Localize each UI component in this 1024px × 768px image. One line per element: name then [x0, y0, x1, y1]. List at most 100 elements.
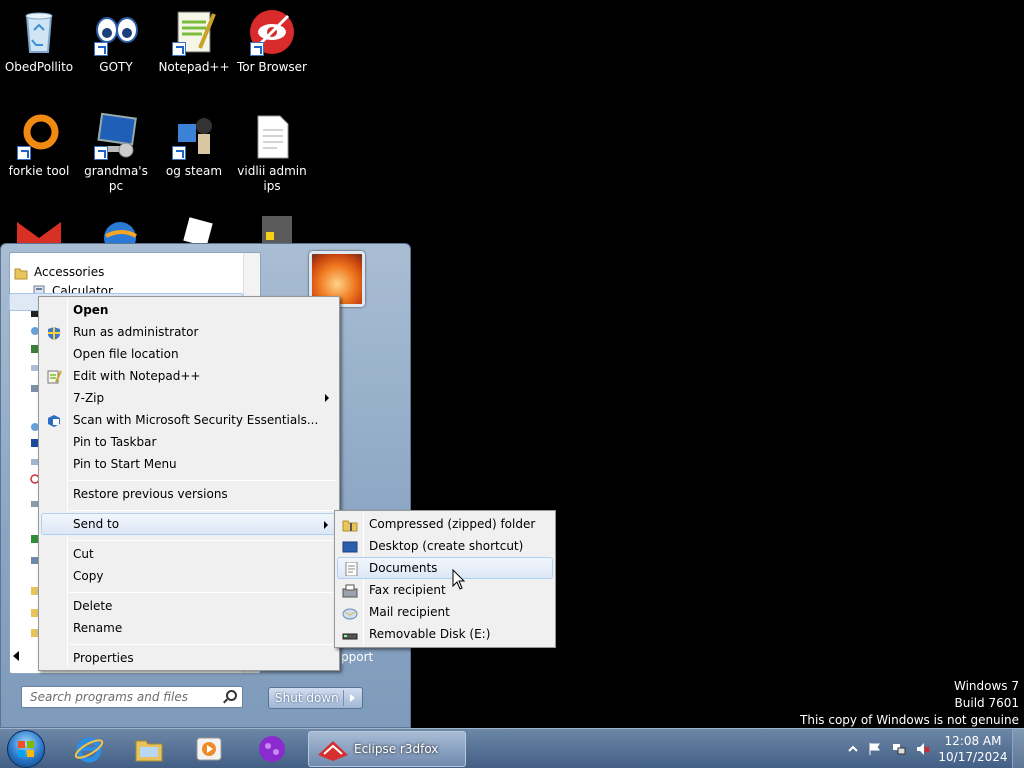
shutdown-options-arrow-icon[interactable]: [350, 694, 355, 702]
menu-item-label: Restore previous versions: [73, 487, 228, 501]
windows-logo-icon: [18, 741, 34, 757]
menu-item-open-file-location[interactable]: Open file location: [41, 343, 337, 365]
shutdown-label: Shut down: [275, 691, 339, 705]
notepad-plus-plus-icon: [46, 369, 62, 384]
send-to-fax-recipient[interactable]: Fax recipient: [337, 579, 553, 601]
mail-icon: [342, 605, 358, 620]
shortcut-arrow-icon: [172, 146, 186, 160]
computer-icon: [92, 112, 140, 160]
desktop-icon: [342, 539, 358, 553]
menu-item-label: Scan with Microsoft Security Essentials.…: [73, 413, 319, 427]
search-icon[interactable]: [226, 690, 237, 701]
taskbar-media-player[interactable]: [182, 731, 237, 767]
menu-item-rename[interactable]: Rename: [41, 617, 337, 639]
menu-item-label: Copy: [73, 569, 104, 583]
action-center-flag-icon[interactable]: [868, 742, 882, 756]
search-placeholder: Search programs and files: [30, 690, 188, 704]
removable-disk-icon: [342, 627, 358, 641]
menu-item-label: Send to: [73, 517, 120, 531]
purple-orb-app-icon: [257, 735, 287, 763]
menu-item-label: Pin to Start Menu: [73, 457, 177, 471]
taskbar-internet-explorer[interactable]: [62, 731, 117, 767]
menu-item-copy[interactable]: Copy: [41, 565, 337, 587]
shutdown-button[interactable]: Shut down: [268, 687, 363, 709]
send-to-documents[interactable]: Documents: [337, 557, 553, 579]
taskbar-purple-app[interactable]: [245, 731, 300, 767]
desktop-icon-label: Tor Browser: [236, 60, 307, 74]
menu-item-delete[interactable]: Delete: [41, 595, 337, 617]
send-to-compressed-folder[interactable]: Compressed (zipped) folder: [337, 513, 553, 535]
network-icon[interactable]: [892, 742, 906, 756]
desktop-icon-goty[interactable]: GOTY: [78, 8, 154, 75]
desktop-icon-vidlii-admin-ips[interactable]: vidlii admin ips: [234, 112, 310, 194]
menu-item-send-to[interactable]: Send to: [41, 513, 337, 535]
menu-item-label: Documents: [369, 561, 438, 575]
submenu-arrow-icon: [324, 521, 328, 529]
menu-item-label: Run as administrator: [73, 325, 199, 339]
security-essentials-icon: [46, 413, 62, 427]
back-arrow-icon[interactable]: [13, 651, 19, 661]
menu-item-label: Properties: [73, 651, 134, 665]
menu-item-label: Open: [73, 303, 109, 317]
start-button[interactable]: [7, 730, 45, 768]
internet-explorer-icon: [74, 735, 104, 763]
orange-ring-icon: [15, 112, 63, 160]
watermark-build: Build 7601: [954, 696, 1019, 710]
recycle-bin-icon: [15, 8, 63, 56]
menu-item-label: Cut: [73, 547, 94, 561]
shortcut-arrow-icon: [250, 42, 264, 56]
show-hidden-icons-icon[interactable]: [846, 742, 860, 756]
folder-icon: [14, 266, 28, 280]
shortcut-arrow-icon: [94, 146, 108, 160]
menu-item-label: Open file location: [73, 347, 179, 361]
taskbar-window-eclipse-r3dfox[interactable]: Eclipse r3dfox: [308, 731, 466, 767]
desktop-icon-forkie-tool[interactable]: forkie tool: [1, 112, 77, 179]
taskbar: Eclipse r3dfox 12:08 AM 10/17/2024: [0, 728, 1024, 768]
eyes-icon: [92, 8, 140, 56]
search-input[interactable]: Search programs and files: [21, 686, 243, 708]
zip-folder-icon: [342, 517, 358, 532]
program-item-accessories[interactable]: Accessories: [14, 263, 104, 282]
menu-item-open[interactable]: Open: [41, 299, 337, 321]
menu-item-edit-with-notepad-plus-plus[interactable]: Edit with Notepad++: [41, 365, 337, 387]
clock[interactable]: 12:08 AM 10/17/2024: [937, 733, 1009, 765]
send-to-mail-recipient[interactable]: Mail recipient: [337, 601, 553, 623]
text-file-icon: [248, 112, 296, 160]
menu-item-cut[interactable]: Cut: [41, 543, 337, 565]
taskbar-window-label: Eclipse r3dfox: [354, 742, 439, 756]
clock-time: 12:08 AM: [944, 734, 1002, 748]
menu-item-label: Desktop (create shortcut): [369, 539, 524, 553]
desktop-icon-tor-browser[interactable]: Tor Browser: [234, 8, 310, 75]
desktop-icon-og-steam[interactable]: og steam: [156, 112, 232, 179]
desktop-icon-notepad-plus-plus[interactable]: Notepad++: [156, 8, 232, 75]
desktop-icon-label: Notepad++: [158, 60, 230, 74]
menu-separator: [69, 510, 337, 511]
menu-item-run-as-administrator[interactable]: Run as administrator: [41, 321, 337, 343]
desktop-icon-grandmas-pc[interactable]: grandma's pc: [78, 112, 154, 194]
help-and-support-fragment[interactable]: pport: [341, 650, 373, 664]
menu-item-pin-to-start-menu[interactable]: Pin to Start Menu: [41, 453, 337, 475]
menu-item-7-zip[interactable]: 7-Zip: [41, 387, 337, 409]
menu-item-label: Delete: [73, 599, 113, 613]
menu-separator: [69, 480, 337, 481]
taskbar-windows-explorer[interactable]: [122, 731, 177, 767]
uac-shield-icon: [46, 325, 62, 340]
watermark-genuine-notice: This copy of Windows is not genuine: [800, 713, 1019, 727]
volume-muted-icon[interactable]: [916, 742, 930, 756]
menu-item-restore-previous-versions[interactable]: Restore previous versions: [41, 483, 337, 505]
desktop-icon-obedpollito[interactable]: ObedPollito: [1, 8, 77, 75]
windows-explorer-icon: [134, 735, 164, 763]
show-desktop-button[interactable]: [1012, 729, 1024, 768]
fax-icon: [342, 583, 358, 598]
context-menu: Open Run as administrator Open file loca…: [38, 296, 340, 671]
desktop-icon-label: forkie tool: [8, 164, 70, 178]
send-to-desktop-shortcut[interactable]: Desktop (create shortcut): [337, 535, 553, 557]
menu-item-scan-security-essentials[interactable]: Scan with Microsoft Security Essentials.…: [41, 409, 337, 431]
menu-item-properties[interactable]: Properties: [41, 647, 337, 669]
menu-separator: [69, 644, 337, 645]
desktop-icon-label: grandma's pc: [84, 164, 148, 193]
send-to-removable-disk[interactable]: Removable Disk (E:): [337, 623, 553, 645]
menu-item-label: Rename: [73, 621, 123, 635]
menu-item-pin-to-taskbar[interactable]: Pin to Taskbar: [41, 431, 337, 453]
shortcut-arrow-icon: [94, 42, 108, 56]
